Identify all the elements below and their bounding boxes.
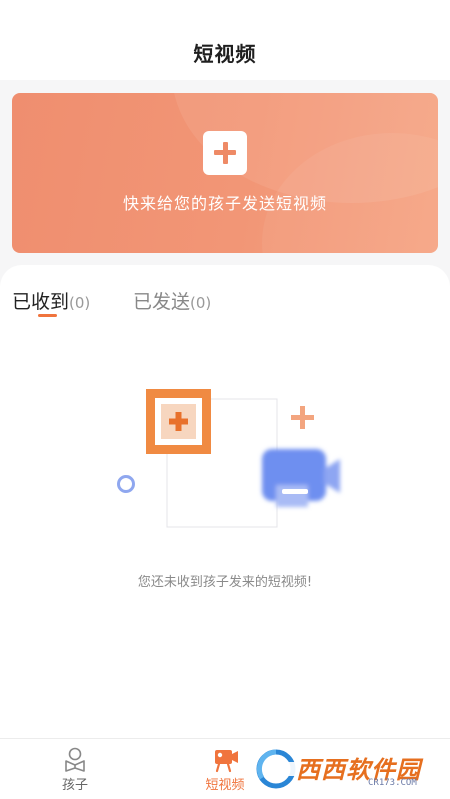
- tab-received[interactable]: 已收到(0): [12, 287, 90, 314]
- active-tab-indicator: [38, 314, 57, 317]
- video-list-panel: 已收到(0) 已发送(0) 您还未收到孩子发来的短视频!: [0, 265, 450, 738]
- child-icon: [65, 747, 85, 772]
- send-video-banner[interactable]: 快来给您的孩子发送短视频: [12, 93, 438, 253]
- header-bar: 短视频: [0, 0, 450, 80]
- watermark-url: CR173.COM: [368, 778, 417, 788]
- watermark-logo-icon: [256, 749, 296, 789]
- tab-received-count: (0): [69, 294, 91, 312]
- banner-caption: 快来给您的孩子发送短视频: [122, 194, 327, 213]
- video-icon: [215, 750, 238, 773]
- tab-received-label: 已收到: [12, 291, 70, 313]
- nav-item-children[interactable]: 孩子: [25, 739, 125, 799]
- tab-sent[interactable]: 已发送(0): [133, 287, 211, 314]
- nav-children-label: 孩子: [61, 778, 88, 793]
- empty-video-illustration: [110, 385, 350, 535]
- empty-state-message: 您还未收到孩子发来的短视频!: [137, 575, 313, 590]
- watermark: 西西软件园 CR173.COM: [250, 746, 436, 792]
- page-title: 短视频: [193, 42, 257, 66]
- plus-icon: [222, 142, 228, 164]
- tab-sent-count: (0): [190, 294, 212, 312]
- add-video-button[interactable]: [203, 131, 247, 175]
- tab-sent-label: 已发送: [133, 291, 191, 313]
